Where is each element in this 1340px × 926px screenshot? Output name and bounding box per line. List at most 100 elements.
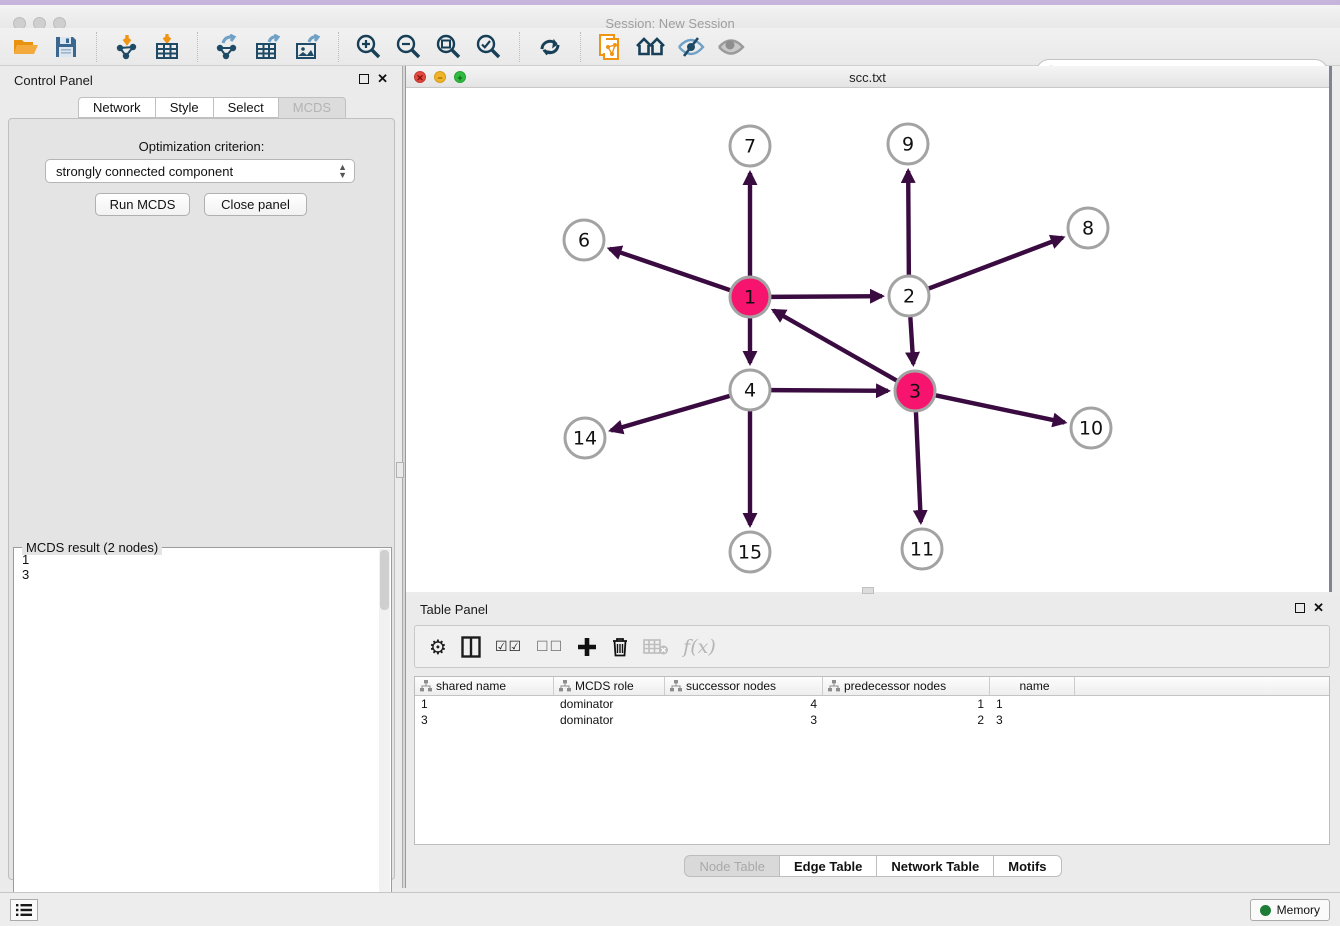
tab-edge-table[interactable]: Edge Table (779, 855, 876, 877)
edge-2-8[interactable] (929, 238, 1063, 289)
hide-graphics-details-icon[interactable] (674, 32, 708, 62)
tab-select[interactable]: Select (213, 97, 278, 118)
network-canvas[interactable]: 7968124314101511 (406, 88, 1329, 592)
control-panel: Control Panel ✕ Network Style Select MCD… (0, 66, 403, 888)
mcds-tab-panel: Optimization criterion: strongly connect… (8, 118, 395, 880)
float-table-panel-icon[interactable] (1295, 603, 1305, 613)
tab-motifs[interactable]: Motifs (993, 855, 1061, 877)
table-panel-title: Table Panel (420, 602, 488, 617)
import-network-icon[interactable] (110, 32, 144, 62)
control-panel-title: Control Panel (14, 73, 93, 88)
result-scrollbar[interactable] (379, 549, 390, 923)
control-panel-tabs: Network Style Select MCDS (78, 97, 346, 118)
save-session-icon[interactable] (49, 32, 83, 62)
list-icon (16, 903, 32, 917)
open-session-icon[interactable] (9, 32, 43, 62)
edge-1-2[interactable] (771, 296, 882, 297)
edge-4-14[interactable] (611, 396, 730, 431)
cell-successor-nodes[interactable]: 3 (665, 712, 823, 728)
edge-1-6[interactable] (610, 249, 731, 290)
cell-shared-name[interactable]: 1 (415, 696, 554, 712)
birds-eye-view-icon[interactable] (714, 32, 748, 62)
column-header-successor-nodes[interactable]: successor nodes (665, 677, 823, 695)
attribute-icon (420, 680, 432, 692)
node-label-14: 14 (573, 428, 597, 450)
table-row[interactable]: 3 dominator 3 2 3 (415, 712, 1329, 728)
deselect-all-icon[interactable]: ☐☐ (536, 632, 563, 662)
tab-mcds[interactable]: MCDS (278, 97, 346, 118)
application-window: Session: New Session (0, 0, 1340, 926)
tab-style[interactable]: Style (155, 97, 213, 118)
apply-layout-icon[interactable] (533, 32, 567, 62)
home-icon[interactable] (634, 32, 668, 62)
attribute-icon (670, 680, 682, 692)
node-label-6: 6 (578, 230, 590, 252)
tab-network[interactable]: Network (78, 97, 155, 118)
zoom-out-icon[interactable] (392, 32, 426, 62)
network-from-file-icon[interactable] (594, 32, 628, 62)
cell-shared-name[interactable]: 3 (415, 712, 554, 728)
cell-name[interactable]: 1 (990, 696, 1075, 712)
mcds-result-text[interactable]: 1 3 (16, 552, 376, 920)
attribute-icon (559, 680, 571, 692)
settings-gear-icon[interactable]: ⚙ (429, 632, 447, 662)
horizontal-splitter-handle[interactable] (862, 587, 874, 594)
edge-2-3[interactable] (910, 317, 913, 364)
close-panel-button[interactable]: Close panel (204, 193, 307, 216)
close-table-panel-icon[interactable]: ✕ (1313, 603, 1324, 613)
node-label-1: 1 (744, 287, 756, 309)
cell-mcds-role[interactable]: dominator (554, 712, 665, 728)
edge-3-1[interactable] (773, 310, 896, 380)
select-all-icon[interactable]: ☑☑ (495, 632, 522, 662)
task-history-button[interactable] (10, 899, 38, 921)
export-image-icon[interactable] (291, 32, 325, 62)
cell-predecessor-nodes[interactable]: 1 (823, 696, 990, 712)
column-header-predecessor-nodes[interactable]: predecessor nodes (823, 677, 990, 695)
network-window-title: scc.txt (406, 70, 1329, 85)
edge-4-3[interactable] (771, 390, 888, 391)
delete-column-icon[interactable] (611, 632, 629, 662)
node-label-8: 8 (1082, 218, 1094, 240)
table-toolbar: ⚙ ☑☑ ☐☐ f(x) (414, 625, 1330, 668)
node-label-2: 2 (903, 286, 915, 308)
node-label-9: 9 (902, 134, 914, 156)
cell-predecessor-nodes[interactable]: 2 (823, 712, 990, 728)
node-label-15: 15 (738, 542, 762, 564)
export-table-icon[interactable] (251, 32, 285, 62)
import-table-icon[interactable] (150, 32, 184, 62)
cell-name[interactable]: 3 (990, 712, 1075, 728)
zoom-selected-icon[interactable] (472, 32, 506, 62)
column-header-name[interactable]: name (990, 677, 1075, 695)
optimization-criterion-select[interactable]: strongly connected component ▲▼ (45, 159, 355, 183)
zoom-in-icon[interactable] (352, 32, 386, 62)
result-scrollbar-thumb[interactable] (380, 550, 389, 610)
toolbar-separator (197, 32, 198, 62)
table-row[interactable]: 1 dominator 4 1 1 (415, 696, 1329, 712)
edge-3-10[interactable] (936, 395, 1065, 422)
columns-icon[interactable] (461, 632, 481, 662)
cell-mcds-role[interactable]: dominator (554, 696, 665, 712)
float-panel-icon[interactable] (359, 74, 369, 84)
status-bar: Memory (0, 892, 1340, 926)
memory-button[interactable]: Memory (1250, 899, 1330, 921)
run-mcds-button[interactable]: Run MCDS (95, 193, 190, 216)
close-panel-icon[interactable]: ✕ (377, 74, 388, 84)
toolbar-separator (519, 32, 520, 62)
edge-3-11[interactable] (916, 412, 921, 522)
tab-network-table[interactable]: Network Table (876, 855, 993, 877)
vertical-splitter-handle[interactable] (396, 462, 404, 478)
cell-successor-nodes[interactable]: 4 (665, 696, 823, 712)
table-header-row: shared name MCDS role successor nodes pr… (415, 677, 1329, 696)
column-header-mcds-role[interactable]: MCDS role (554, 677, 665, 695)
node-label-11: 11 (910, 539, 934, 561)
table-panel: Table Panel ✕ ⚙ ☑☑ ☐☐ f(x) (406, 595, 1340, 888)
add-column-icon[interactable] (577, 632, 597, 662)
memory-label: Memory (1277, 903, 1320, 917)
window-titlebar[interactable]: Session: New Session (0, 5, 1340, 28)
column-header-shared-name[interactable]: shared name (415, 677, 554, 695)
tab-node-table[interactable]: Node Table (684, 855, 779, 877)
network-window-titlebar[interactable]: ✕ − + scc.txt (406, 66, 1329, 88)
export-network-icon[interactable] (211, 32, 245, 62)
zoom-fit-icon[interactable] (432, 32, 466, 62)
edge-2-9[interactable] (908, 171, 909, 275)
